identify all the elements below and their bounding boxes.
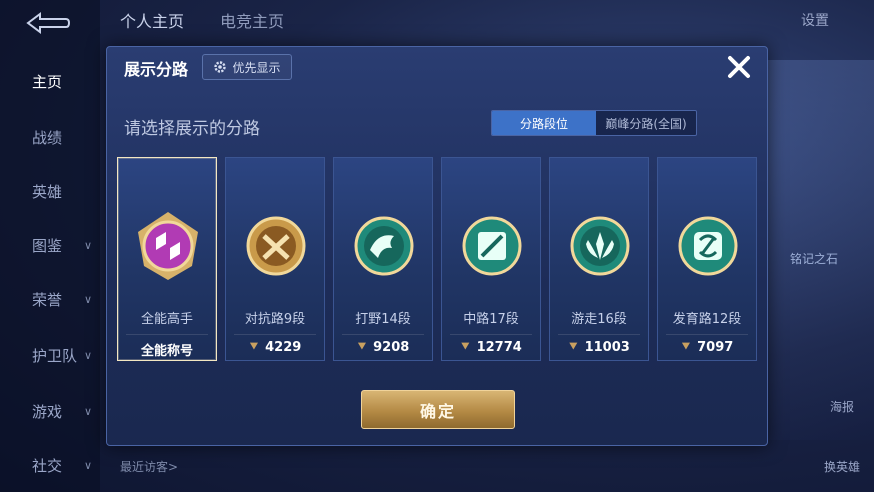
lane-name: 打野14段 (355, 312, 411, 327)
back-arrow-icon[interactable] (22, 10, 72, 36)
lane-card-clash[interactable]: 对抗路9段 ⯆ 4229 (225, 157, 325, 361)
top-tabs: 个人主页 电竞主页 (120, 8, 284, 32)
lane-card-jungle[interactable]: 打野14段 ⯆ 9208 (333, 157, 433, 361)
lane-score-value: 12774 (476, 340, 522, 355)
lane-score: ⯆ 9208 (334, 340, 432, 355)
lane-score: ⯆ 12774 (442, 340, 540, 355)
mid-lane-emblem-icon (462, 216, 522, 276)
priority-display-button[interactable]: 优先显示 (202, 54, 292, 80)
main-sidebar: 主页 战绩 英雄 图鉴 ∨ 荣誉 ∨ 护卫队 ∨ 游戏 ∨ 社交 ∨ (0, 0, 100, 492)
sidebar-item-collection[interactable]: 图鉴 ∨ (0, 230, 100, 260)
lane-name: 全能高手 (140, 312, 193, 327)
settings-label[interactable]: 设置 (801, 10, 829, 30)
card-divider (450, 334, 532, 335)
chevron-down-icon: ∨ (83, 292, 92, 306)
backdrop-text: 铭记之石 (790, 252, 839, 266)
farm-lane-emblem-icon (678, 216, 738, 276)
lane-card-farm[interactable]: 发育路12段 ⯆ 7097 (657, 157, 757, 361)
lane-name: 游走16段 (571, 312, 627, 327)
power-icon: ⯆ (568, 340, 579, 355)
chevron-down-icon: ∨ (83, 458, 92, 472)
priority-display-label: 优先显示 (232, 60, 281, 75)
lane-name: 对抗路9段 (244, 312, 306, 327)
sidebar-item-heroes[interactable]: 英雄 (0, 176, 100, 206)
tab-lane-rank[interactable]: 分路段位 (492, 111, 596, 135)
dialog-subtitle: 请选择展示的分路 (124, 119, 260, 139)
sidebar-item-home[interactable]: 主页 (0, 66, 100, 96)
sidebar-item-label: 游戏 (32, 402, 63, 421)
switch-hero-button[interactable]: 换英雄 (824, 458, 860, 475)
dialog-title: 展示分路 (124, 60, 189, 79)
chevron-down-icon: ∨ (83, 238, 92, 252)
sidebar-item-label: 图鉴 (32, 236, 63, 255)
all-round-emblem-icon (138, 212, 198, 280)
close-icon (728, 56, 750, 78)
close-button[interactable] (722, 50, 756, 84)
tab-personal-home[interactable]: 个人主页 (120, 8, 184, 32)
sidebar-item-label: 社交 (32, 456, 63, 475)
lane-name: 发育路12段 (672, 312, 742, 327)
card-divider (558, 334, 640, 335)
lane-score: ⯆ 7097 (658, 340, 756, 355)
sidebar-item-label: 荣誉 (32, 290, 63, 309)
sidebar-item-honor[interactable]: 荣誉 ∨ (0, 284, 100, 314)
lane-score: ⯆ 4229 (226, 340, 324, 355)
chevron-down-icon: ∨ (83, 348, 92, 362)
power-icon: ⯆ (356, 340, 368, 355)
lane-mode-toggle: 分路段位 巅峰分路(全国) (491, 110, 697, 136)
sidebar-item-label: 护卫队 (32, 346, 78, 365)
recent-visitors-link[interactable]: 最近访客> (120, 458, 178, 475)
sidebar-item-stats[interactable]: 战绩 (0, 122, 100, 152)
tab-esports-home[interactable]: 电竞主页 (220, 8, 284, 32)
lane-card-mid[interactable]: 中路17段 ⯆ 12774 (441, 157, 541, 361)
tab-peak-lane[interactable]: 巅峰分路(全国) (596, 111, 696, 135)
power-icon: ⯆ (680, 340, 692, 355)
sidebar-item-label: 主页 (32, 72, 63, 91)
lane-score-value: 7097 (697, 340, 734, 355)
poster-button[interactable]: 海报 (830, 398, 854, 415)
lane-score-value: 11003 (584, 340, 630, 355)
sidebar-item-label: 英雄 (32, 182, 63, 201)
lane-card-all-round[interactable]: 全能高手 全能称号 (117, 157, 217, 361)
sidebar-item-games[interactable]: 游戏 ∨ (0, 396, 100, 426)
sidebar-item-label: 战绩 (32, 128, 63, 147)
lane-score-value: 9208 (373, 340, 410, 355)
all-round-title: 全能称号 (140, 344, 193, 359)
card-divider (126, 334, 208, 335)
lane-score: ⯆ 11003 (550, 340, 648, 355)
confirm-button[interactable]: 确定 (361, 390, 515, 429)
power-icon: ⯆ (460, 340, 471, 355)
lane-card-roam[interactable]: 游走16段 ⯆ 11003 (549, 157, 649, 361)
lane-score-value: 4229 (265, 340, 302, 355)
gear-icon (214, 61, 227, 73)
sidebar-item-guard[interactable]: 护卫队 ∨ (0, 340, 100, 370)
card-divider (342, 334, 424, 335)
power-icon: ⯆ (248, 340, 260, 355)
jungle-emblem-icon (354, 216, 414, 276)
roam-emblem-icon (570, 216, 630, 276)
clash-lane-emblem-icon (246, 216, 306, 276)
sidebar-item-social[interactable]: 社交 ∨ (0, 450, 100, 480)
chevron-down-icon: ∨ (83, 404, 92, 418)
card-divider (234, 334, 316, 335)
lane-name: 中路17段 (463, 312, 519, 327)
card-divider (666, 334, 748, 335)
